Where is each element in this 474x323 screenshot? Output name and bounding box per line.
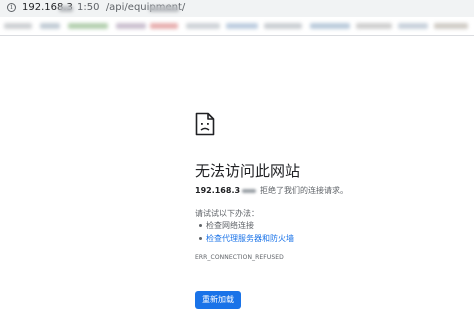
bookmark-item[interactable] xyxy=(398,23,428,29)
suggestion-check-proxy-link[interactable]: 检查代理服务器和防火墙 xyxy=(206,234,294,243)
error-title: 无法访问此网站 xyxy=(195,162,301,180)
bookmark-item[interactable] xyxy=(68,23,108,29)
error-host: 192.168.3 xyxy=(195,186,241,195)
suggestion-check-network: 检查网络连接 xyxy=(206,221,254,230)
address-bar[interactable]: i 192.168.3 1:50 /api/equipment/ xyxy=(0,0,474,17)
broken-document-icon xyxy=(195,112,215,136)
bookmark-item[interactable] xyxy=(4,23,32,29)
error-code: ERR_CONNECTION_REFUSED xyxy=(195,254,284,261)
suggestion-item: 检查网络连接 xyxy=(199,219,294,232)
redacted-url-segment xyxy=(149,6,179,12)
suggestions-list: 检查网络连接 检查代理服务器和防火墙 xyxy=(199,219,294,245)
bookmark-item[interactable] xyxy=(186,23,220,29)
bullet xyxy=(199,237,202,240)
bookmark-item[interactable] xyxy=(264,23,302,29)
bullet xyxy=(199,224,202,227)
bookmark-item[interactable] xyxy=(150,23,178,29)
suggestions-intro: 请试试以下办法： xyxy=(195,209,259,218)
reload-button[interactable]: 重新加载 xyxy=(195,291,241,309)
bookmark-item[interactable] xyxy=(40,23,60,29)
error-message-text: 拒绝了我们的连接请求。 xyxy=(260,186,349,195)
info-icon[interactable]: i xyxy=(7,3,16,12)
redacted-host-segment xyxy=(242,188,257,193)
error-message: 192.168.3 拒绝了我们的连接请求。 xyxy=(195,185,348,196)
suggestion-item[interactable]: 检查代理服务器和防火墙 xyxy=(199,232,294,245)
bookmark-item[interactable] xyxy=(226,23,258,29)
bookmark-item[interactable] xyxy=(116,23,146,29)
bookmark-item[interactable] xyxy=(434,23,468,29)
redacted-url-segment xyxy=(59,6,73,12)
bookmark-item[interactable] xyxy=(310,23,350,29)
bookmark-item[interactable] xyxy=(356,23,392,29)
bookmarks-bar xyxy=(0,17,474,36)
browser-viewport: i 192.168.3 1:50 /api/equipment/ 无法访问此网站… xyxy=(0,0,474,323)
